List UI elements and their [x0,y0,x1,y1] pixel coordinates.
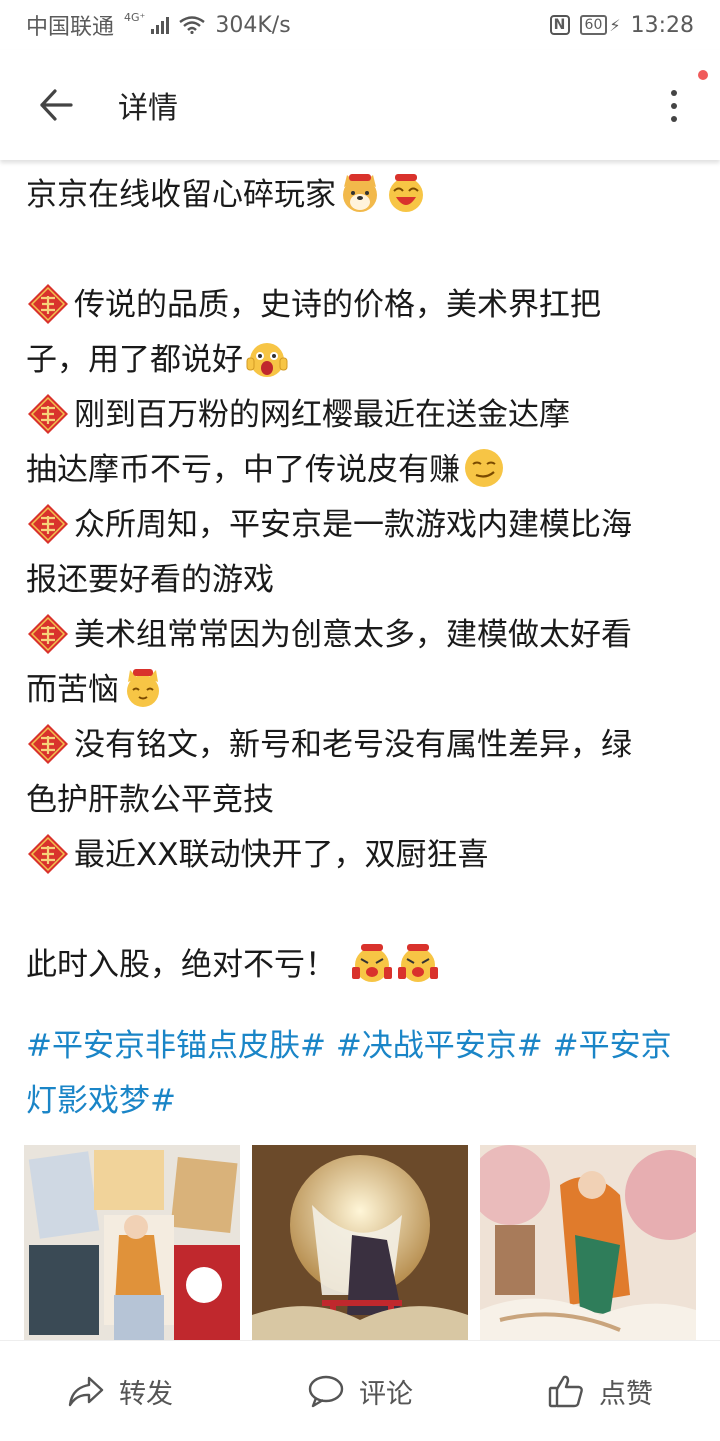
network-type: 4G⁺ [124,10,146,24]
bullet-item: 刚到百万粉的网红樱最近在送金达摩抽达摩币不亏，中了传说皮有赚 [26,388,696,498]
dog-emoji-icon [343,173,377,212]
bullet-text: 而苦恼 [26,672,119,708]
post-images [24,1145,696,1340]
back-button[interactable] [26,75,86,135]
shocked-emoji-icon [246,342,288,377]
hashtag-link[interactable]: #平安京非锚点皮肤# [26,1028,326,1064]
battery-level: 60 [584,17,603,33]
post-content: 京京在线收留心碎玩家 传说的品质，史诗的价格，美术界扛把子，用了都说好刚到百万粉… [26,168,696,1129]
battery-icon: 60 [579,15,608,35]
bullet-line: 刚到百万粉的网红樱最近在送金达摩 [26,388,696,443]
fu-diamond-icon [28,833,68,874]
notification-dot [698,70,708,80]
repost-button[interactable]: 转发 [67,1372,173,1411]
wifi-icon [179,16,206,34]
bullet-line: 最近XX联动快开了，双厨狂喜 [26,828,696,883]
hashtags: #平安京非锚点皮肤# #决战平安京# #平安京 灯影戏梦# [26,1019,696,1129]
carrier-name: 中国联通 [26,15,115,40]
fu-diamond-icon [28,283,68,324]
fu-diamond-icon [28,393,68,434]
bullet-text: 色护肝款公平竞技 [26,782,274,818]
bullet-text: 没有铭文，新号和老号没有属性差异，绿 [74,727,632,763]
fu-diamond-icon [28,503,68,544]
bullet-text: 最近XX联动快开了，双厨狂喜 [74,837,489,873]
nfc-icon: N [549,15,570,35]
bullet-line: 色护肝款公平竞技 [26,773,696,828]
bullet-line: 子，用了都说好 [26,333,696,388]
page-title: 详情 [118,91,178,126]
repost-label: 转发 [119,1378,173,1410]
post-intro: 京京在线收留心碎玩家 [26,177,336,213]
bullet-line: 抽达摩币不亏，中了传说皮有赚 [26,443,696,498]
bullet-item: 最近XX联动快开了，双厨狂喜 [26,828,696,883]
bullet-item: 美术组常常因为创意太多，建模做太好看而苦恼 [26,608,696,718]
network-speed: 304K/s [215,12,291,38]
bullet-line: 而苦恼 [26,663,696,718]
post-image-1[interactable] [24,1145,240,1340]
moon-scene-image [252,1145,468,1340]
bullet-text: 美术组常常因为创意太多，建模做太好看 [74,617,632,653]
like-button[interactable]: 点赞 [547,1372,653,1411]
bullet-item: 众所周知，平安京是一款游戏内建模比海报还要好看的游戏 [26,498,696,608]
bullet-line: 众所周知，平安京是一款游戏内建模比海 [26,498,696,553]
collage-image [24,1145,240,1340]
thumbs-up-icon [548,1375,583,1408]
excited-emoji-icon [352,943,392,982]
smirk-emoji-icon [465,448,503,487]
post-image-3[interactable] [480,1145,696,1340]
closing-line: 此时入股，绝对不亏！ [26,938,696,993]
bullet-text: 子，用了都说好 [26,342,243,378]
more-options-button[interactable] [654,84,694,128]
status-left: 中国联通 4G⁺ 304K/s [26,9,291,41]
post-intro-line: 京京在线收留心碎玩家 [26,168,696,223]
post-closing: 此时入股，绝对不亏！ [26,947,336,983]
fu-diamond-icon [28,723,68,764]
cat-emoji-icon [127,668,159,707]
clock: 13:28 [630,12,694,38]
cherry-blossom-image [480,1145,696,1340]
bullet-text: 抽达摩币不亏，中了传说皮有赚 [26,452,460,488]
bullet-list: 传说的品质，史诗的价格，美术界扛把子，用了都说好刚到百万粉的网红樱最近在送金达摩… [26,278,696,883]
signal-icon [151,16,170,34]
status-bar: 中国联通 4G⁺ 304K/s N 60 ⚡ 13:28 [0,0,720,50]
bullet-text: 报还要好看的游戏 [26,562,274,598]
bullet-line: 报还要好看的游戏 [26,553,696,608]
bullet-line: 美术组常常因为创意太多，建模做太好看 [26,608,696,663]
bullet-line: 传说的品质，史诗的价格，美术界扛把 [26,278,696,333]
excited-emoji-icon [398,943,438,982]
bullet-line: 没有铭文，新号和老号没有属性差异，绿 [26,718,696,773]
bullet-text: 众所周知，平安京是一款游戏内建模比海 [74,507,632,543]
arrow-left-icon [40,89,73,121]
bullet-text: 刚到百万粉的网红樱最近在送金达摩 [74,397,570,433]
hashtag-link[interactable]: #平安京 [553,1028,672,1064]
charging-icon: ⚡ [609,15,621,35]
share-arrow-icon [68,1376,104,1407]
comment-button[interactable]: 评论 [307,1372,413,1411]
status-right: N 60 ⚡ 13:28 [549,12,694,38]
hashtag-link[interactable]: #决战平安京# [336,1028,543,1064]
comment-label: 评论 [359,1378,413,1410]
hashtag-link[interactable]: 灯影戏梦# [26,1083,176,1119]
fu-diamond-icon [28,613,68,654]
like-label: 点赞 [599,1378,653,1410]
laughing-emoji-icon [389,173,423,212]
more-vertical-icon [671,90,677,96]
bullet-text: 传说的品质，史诗的价格，美术界扛把 [74,287,601,323]
action-bar: 转发 评论 点赞 [0,1340,720,1441]
bullet-item: 传说的品质，史诗的价格，美术界扛把子，用了都说好 [26,278,696,388]
bullet-item: 没有铭文，新号和老号没有属性差异，绿色护肝款公平竞技 [26,718,696,828]
post-image-2[interactable] [252,1145,468,1340]
speech-bubble-icon [308,1375,344,1408]
app-bar: 详情 [0,50,720,160]
